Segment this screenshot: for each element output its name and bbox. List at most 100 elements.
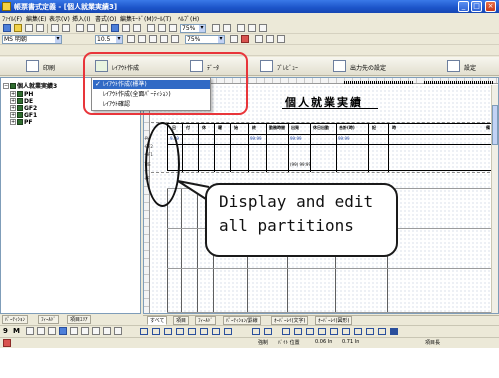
table-icon[interactable] xyxy=(122,24,130,32)
tab-item-area[interactable]: 項目ｴﾘｱ xyxy=(67,315,91,324)
menu-insert[interactable]: 挿入(I) xyxy=(72,14,90,23)
shape-icon[interactable] xyxy=(266,35,274,43)
line-color-icon[interactable] xyxy=(230,35,238,43)
tab-overlay-text[interactable]: ｵｰﾊﾞｰﾚｲ(文字) xyxy=(271,316,309,325)
box3-icon[interactable] xyxy=(169,24,177,32)
tree-item-gf1[interactable]: + GF1 xyxy=(10,112,37,119)
layout-icon[interactable] xyxy=(237,24,245,32)
tab-field[interactable]: ﾌｨｰﾙﾄﾞ xyxy=(38,315,60,324)
text-icon[interactable] xyxy=(277,35,285,43)
expand-icon[interactable]: + xyxy=(10,91,16,97)
align-left-icon[interactable] xyxy=(160,35,168,43)
save-icon[interactable] xyxy=(3,24,11,32)
text-frame-icon[interactable] xyxy=(252,328,260,335)
print-icon[interactable] xyxy=(51,24,59,32)
open-icon[interactable] xyxy=(14,24,22,32)
menu-tools[interactable]: ﾂｰﾙ(T) xyxy=(154,14,171,23)
menu-view[interactable]: 表示(V) xyxy=(49,14,70,23)
preview-icon[interactable] xyxy=(62,24,70,32)
corner-shape-icon[interactable] xyxy=(366,328,374,335)
corner-shape-icon[interactable] xyxy=(282,328,290,335)
tree-item-de[interactable]: + DE xyxy=(10,98,33,105)
tree-item-ph[interactable]: + PH xyxy=(10,91,33,98)
scrollbar-thumb[interactable] xyxy=(492,105,498,145)
corner-shape-icon[interactable] xyxy=(306,328,314,335)
settings-button[interactable]: 設定 xyxy=(447,60,497,73)
corner-shape-icon[interactable] xyxy=(188,328,196,335)
output-settings-button[interactable]: 出力先の設定 xyxy=(333,60,413,73)
tab-partition-lines[interactable]: ﾊﾟｰﾃｨｼｮﾝ/罫線 xyxy=(223,316,261,325)
vertical-scrollbar[interactable] xyxy=(491,85,498,313)
tab-partition[interactable]: ﾊﾟｰﾃｨｼｮﾝ xyxy=(2,315,29,324)
expand-icon[interactable]: + xyxy=(10,119,16,125)
record-table[interactable]: 日 付 休 曜 始 終 勤務時間 出発 休日出勤 合計(時) 記 時 備 9.9… xyxy=(167,123,498,172)
partition-line[interactable] xyxy=(151,172,498,173)
font-name-select[interactable]: MS 明朝 xyxy=(2,35,62,44)
draw-ellipse-icon[interactable] xyxy=(103,327,111,335)
minimize-button[interactable]: _ xyxy=(458,1,469,12)
paste-icon[interactable] xyxy=(36,24,44,32)
draw-image-icon[interactable] xyxy=(70,327,78,335)
collapse-icon[interactable]: − xyxy=(3,83,9,89)
draw-fill-icon[interactable] xyxy=(59,327,67,335)
draw-line-icon[interactable] xyxy=(81,327,89,335)
circle-shape-icon[interactable] xyxy=(378,328,386,335)
align-center-icon[interactable] xyxy=(171,35,179,43)
line-style-select[interactable]: 75% xyxy=(185,35,225,44)
draw-circle-icon[interactable] xyxy=(37,327,45,335)
font-size-select[interactable]: 10.5 xyxy=(95,35,123,44)
expand-icon[interactable]: + xyxy=(10,112,16,118)
corner-shape-icon[interactable] xyxy=(140,328,148,335)
maximize-button[interactable]: □ xyxy=(471,1,482,12)
tree-root[interactable]: − 個人就業実績3 xyxy=(3,83,57,90)
fill-color-icon[interactable] xyxy=(241,35,249,43)
corner-shape-icon[interactable] xyxy=(294,328,302,335)
zoom-out-icon[interactable] xyxy=(223,24,231,32)
corner-shape-icon[interactable] xyxy=(354,328,362,335)
frame-icon[interactable] xyxy=(133,24,141,32)
corner-shape-icon[interactable] xyxy=(318,328,326,335)
menu-help[interactable]: ﾍﾙﾌﾟ(H) xyxy=(178,14,199,23)
grid-icon[interactable] xyxy=(111,24,119,32)
tab-all[interactable]: すべて xyxy=(147,316,168,325)
text-frame-icon[interactable] xyxy=(264,328,272,335)
draw-stamp-icon[interactable] xyxy=(48,327,56,335)
border-icon[interactable] xyxy=(255,35,263,43)
corner-shape-icon[interactable] xyxy=(152,328,160,335)
redo-icon[interactable] xyxy=(87,24,95,32)
close-button[interactable]: × xyxy=(485,1,496,12)
bold-icon[interactable] xyxy=(127,35,135,43)
draw-rect-icon[interactable] xyxy=(92,327,100,335)
corner-shape-icon[interactable] xyxy=(342,328,350,335)
preview-button[interactable]: ﾌﾟﾚﾋﾞｭｰ xyxy=(260,60,320,73)
align-icon[interactable] xyxy=(259,24,267,32)
tree-item-pf[interactable]: + PF xyxy=(10,119,33,126)
box-icon[interactable] xyxy=(147,24,155,32)
corner-shape-icon[interactable] xyxy=(176,328,184,335)
expand-icon[interactable]: + xyxy=(10,98,16,104)
corner-shape-icon[interactable] xyxy=(330,328,338,335)
zoom-select[interactable]: 75% xyxy=(180,24,206,33)
corner-shape-icon[interactable] xyxy=(212,328,220,335)
menu-file[interactable]: ﾌｧｲﾙ(F) xyxy=(2,14,22,23)
print-button[interactable]: 印刷 xyxy=(26,60,81,73)
expand-icon[interactable]: + xyxy=(10,105,16,111)
cut-icon[interactable] xyxy=(100,24,108,32)
corner-shape-icon[interactable] xyxy=(200,328,208,335)
tab-overlay-shape[interactable]: ｵｰﾊﾞｰﾚｲ(図形) xyxy=(315,316,353,325)
draw-select-icon[interactable] xyxy=(26,327,34,335)
copy-icon[interactable] xyxy=(25,24,33,32)
zoom-in-icon[interactable] xyxy=(212,24,220,32)
menu-format[interactable]: 書式(O) xyxy=(95,14,116,23)
fill-shape-icon[interactable] xyxy=(390,328,398,335)
italic-icon[interactable] xyxy=(138,35,146,43)
tab-items[interactable]: 項目 xyxy=(173,316,190,325)
undo-icon[interactable] xyxy=(76,24,84,32)
corner-shape-icon[interactable] xyxy=(224,328,232,335)
box2-icon[interactable] xyxy=(158,24,166,32)
tree-item-gf2[interactable]: + GF2 xyxy=(10,105,37,112)
draw-arc-icon[interactable] xyxy=(114,327,122,335)
menu-edit[interactable]: 編集(E) xyxy=(26,14,46,23)
underline-icon[interactable] xyxy=(149,35,157,43)
corner-shape-icon[interactable] xyxy=(164,328,172,335)
